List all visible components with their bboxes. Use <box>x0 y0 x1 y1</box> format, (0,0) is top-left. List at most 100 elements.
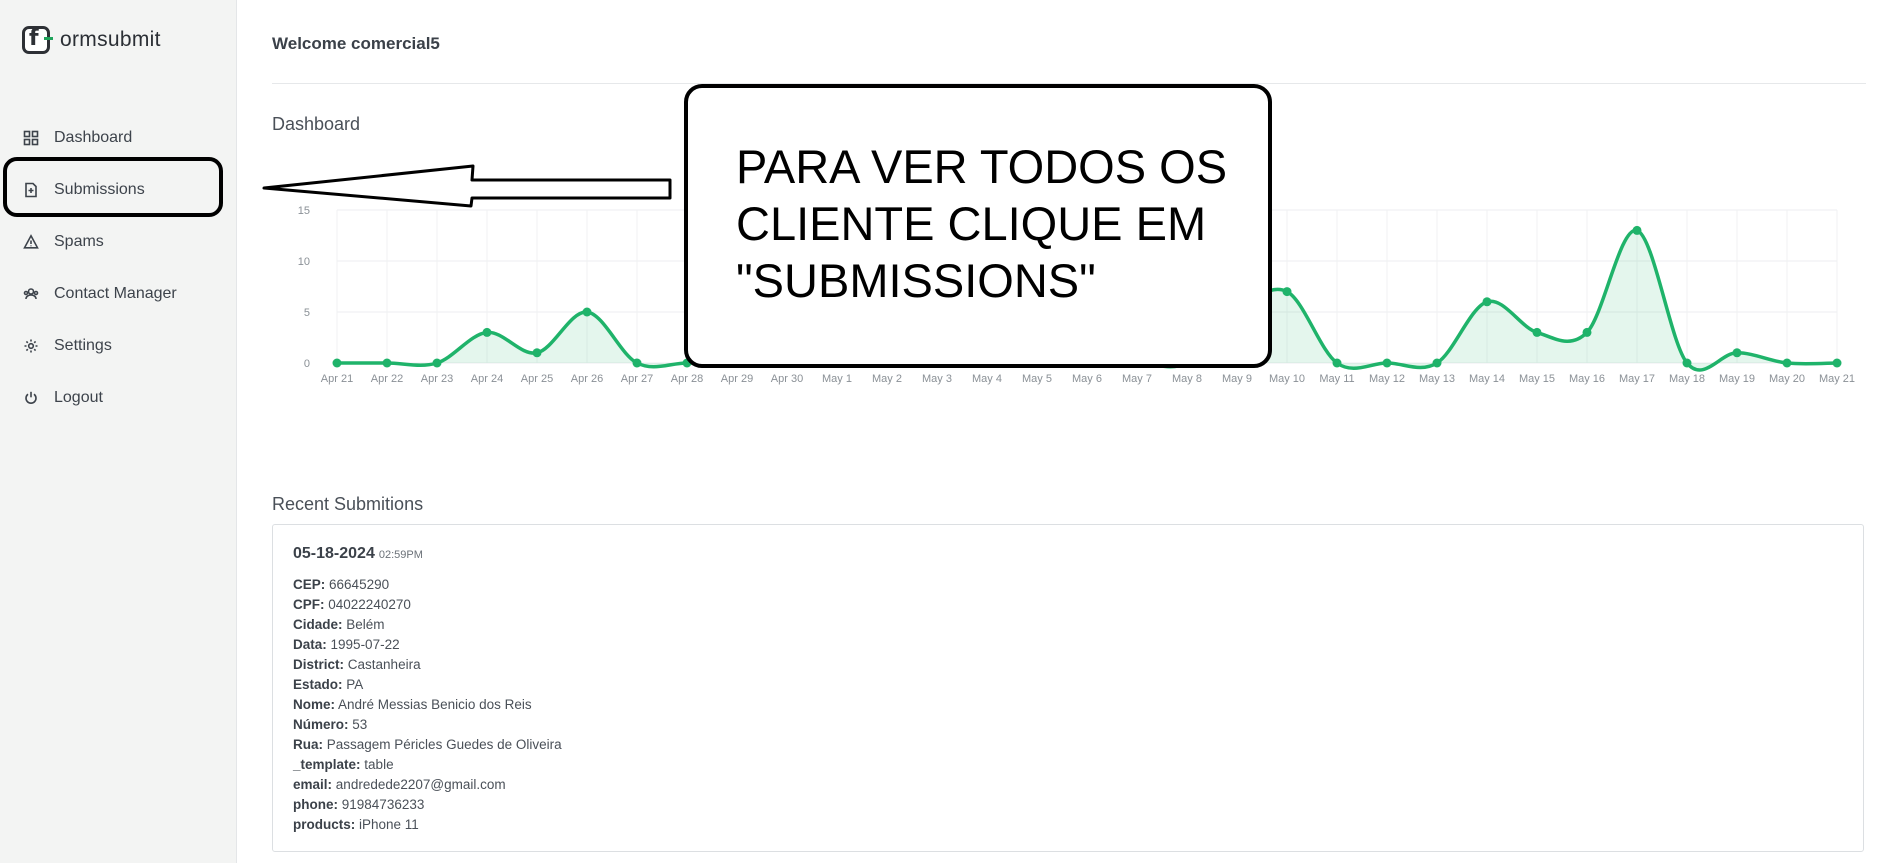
field-value: PA <box>346 677 364 692</box>
field-value: 91984736233 <box>341 797 425 812</box>
data-point <box>432 358 442 368</box>
logo-text: ormsubmit <box>60 28 161 51</box>
field-key: CPF: <box>293 597 325 612</box>
submission-date-value: 05-18-2024 <box>293 545 375 562</box>
x-tick-label: May 12 <box>1369 373 1405 385</box>
x-tick-label: May 18 <box>1669 373 1705 385</box>
y-tick-label: 0 <box>304 358 310 370</box>
page-title: Dashboard <box>272 114 361 134</box>
field-row: Rua: Passagem Péricles Guedes de Oliveir… <box>293 735 562 755</box>
x-tick-label: May 4 <box>972 373 1002 385</box>
field-value: 66645290 <box>329 577 390 592</box>
x-tick-label: Apr 23 <box>421 373 453 385</box>
sidebar-item-label: Contact Manager <box>54 285 177 302</box>
sidebar-item-settings[interactable]: Settings <box>0 320 236 372</box>
sidebar: f ormsubmit Dashboard Submissions Spams <box>0 0 237 863</box>
logo-icon: f <box>22 26 53 54</box>
warning-icon <box>22 233 40 251</box>
contacts-icon <box>22 285 40 303</box>
sidebar-item-label: Spams <box>54 233 104 250</box>
field-key: email: <box>293 777 333 792</box>
recent-submissions-title: Recent Submitions <box>272 494 424 514</box>
x-tick-label: Apr 25 <box>521 373 553 385</box>
data-point <box>1832 358 1842 368</box>
field-value: iPhone 11 <box>359 817 419 832</box>
x-tick-label: May 14 <box>1469 373 1505 385</box>
field-value: Passagem Péricles Guedes de Oliveira <box>326 737 562 752</box>
field-row: CEP: 66645290 <box>293 575 562 595</box>
field-key: products: <box>293 817 356 832</box>
field-row: _template: table <box>293 755 562 775</box>
field-key: Número: <box>293 717 349 732</box>
x-tick-label: Apr 27 <box>621 373 653 385</box>
field-key: Nome: <box>293 697 336 712</box>
grid-icon <box>22 129 40 147</box>
submission-card[interactable]: 05-18-2024 02:59PM CEP: 66645290 CPF: 0402… <box>272 524 1864 852</box>
field-key: Cidade: <box>293 617 343 632</box>
data-point <box>332 358 342 368</box>
field-value: 04022240270 <box>328 597 411 612</box>
field-row: CPF: 04022240270 <box>293 595 562 615</box>
logo[interactable]: f ormsubmit <box>22 26 161 54</box>
field-row: email: andredede2207@gmail.com <box>293 775 562 795</box>
field-value: 53 <box>352 717 368 732</box>
annotation-callout: PARA VER TODOS OS CLIENTE CLIQUE EM "SUB… <box>684 84 1272 368</box>
field-key: Rua: <box>293 737 323 752</box>
data-point <box>1782 358 1792 368</box>
sidebar-item-contact-manager[interactable]: Contact Manager <box>0 268 236 320</box>
sidebar-item-label: Settings <box>54 337 112 354</box>
x-tick-label: Apr 28 <box>671 373 703 385</box>
highlight-submissions-box <box>3 157 223 217</box>
y-tick-label: 5 <box>304 307 310 319</box>
field-key: District: <box>293 657 345 672</box>
field-value: 1995-07-22 <box>330 637 400 652</box>
field-value: André Messias Benicio dos Reis <box>338 697 532 712</box>
field-row: phone: 91984736233 <box>293 795 562 815</box>
x-tick-label: Apr 24 <box>471 373 503 385</box>
x-tick-label: May 2 <box>872 373 902 385</box>
x-tick-label: May 7 <box>1122 373 1152 385</box>
data-point <box>1532 327 1542 337</box>
data-point <box>1382 358 1392 368</box>
field-key: _template: <box>293 757 361 772</box>
x-tick-label: Apr 26 <box>571 373 603 385</box>
arrow-icon <box>262 164 672 208</box>
field-row: Data: 1995-07-22 <box>293 635 562 655</box>
x-tick-label: Apr 29 <box>721 373 753 385</box>
x-tick-label: Apr 21 <box>321 373 353 385</box>
data-point <box>482 327 492 337</box>
x-tick-label: May 9 <box>1222 373 1252 385</box>
gear-icon <box>22 337 40 355</box>
field-key: CEP: <box>293 577 326 592</box>
data-point <box>1732 348 1742 358</box>
field-row: Nome: André Messias Benicio dos Reis <box>293 695 562 715</box>
sidebar-item-logout[interactable]: Logout <box>0 372 236 424</box>
field-row: District: Castanheira <box>293 655 562 675</box>
x-tick-label: May 17 <box>1619 373 1655 385</box>
data-point <box>1432 358 1442 368</box>
submission-time: 02:59PM <box>378 549 423 561</box>
sidebar-item-label: Logout <box>54 389 103 406</box>
field-row: Número: 53 <box>293 715 562 735</box>
x-tick-label: May 3 <box>922 373 952 385</box>
x-tick-label: May 6 <box>1072 373 1102 385</box>
data-point <box>632 358 642 368</box>
field-key: Estado: <box>293 677 343 692</box>
field-key: phone: <box>293 797 338 812</box>
submission-fields: CEP: 66645290 CPF: 04022240270 Cidade: Bel… <box>293 575 562 835</box>
field-value: Castanheira <box>347 657 421 672</box>
field-row: Estado: PA <box>293 675 562 695</box>
field-value: andredede2207@gmail.com <box>335 777 506 792</box>
x-tick-label: May 19 <box>1719 373 1755 385</box>
x-tick-label: May 20 <box>1769 373 1805 385</box>
welcome-text: Welcome comercial5 <box>272 34 440 53</box>
y-tick-label: 10 <box>298 256 310 268</box>
x-tick-label: Apr 30 <box>771 373 803 385</box>
x-tick-label: May 15 <box>1519 373 1555 385</box>
annotation-text: PARA VER TODOS OS CLIENTE CLIQUE EM "SUB… <box>736 140 1228 307</box>
power-icon <box>22 389 40 407</box>
sidebar-item-spams[interactable]: Spams <box>0 216 236 268</box>
x-tick-label: May 11 <box>1319 373 1354 385</box>
x-tick-label: May 8 <box>1172 373 1202 385</box>
data-point <box>1482 297 1492 307</box>
